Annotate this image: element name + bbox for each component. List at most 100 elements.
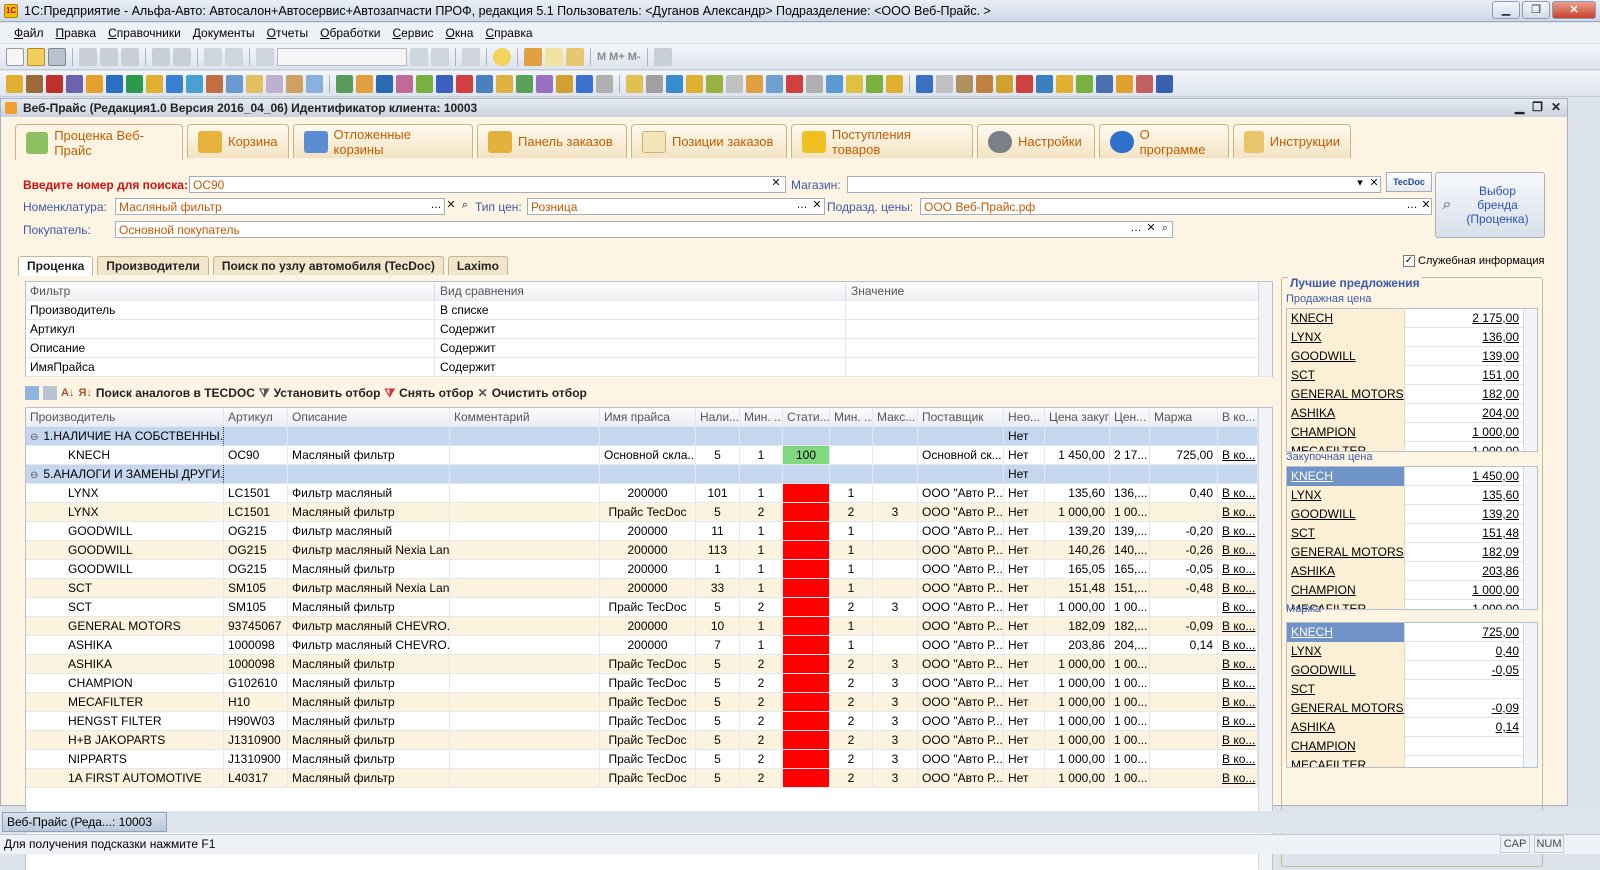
- module-shortcut-icon[interactable]: [226, 74, 243, 93]
- best-offer-brand[interactable]: ASHIKA: [1287, 404, 1405, 423]
- module-shortcut-icon[interactable]: [396, 74, 413, 93]
- grid-cell-m[interactable]: [1150, 693, 1218, 712]
- grid-cell-price[interactable]: 200000: [600, 617, 696, 636]
- add-to-cart-link[interactable]: В ко...: [1222, 733, 1255, 747]
- grid-cell-m[interactable]: [1150, 731, 1218, 750]
- nom-select-button[interactable]: …: [429, 199, 443, 214]
- table-row[interactable]: HENGST FILTER H90W03 Масляный фильтр Прайс …: [26, 712, 1258, 731]
- module-shortcut-icon[interactable]: [1016, 74, 1033, 93]
- menu-catalogs[interactable]: Справочники: [102, 26, 187, 40]
- filter-cell[interactable]: Описание: [26, 339, 435, 358]
- module-shortcut-icon[interactable]: [126, 74, 143, 93]
- grid-cell-neo[interactable]: Нет: [1004, 560, 1045, 579]
- grid-cell-d[interactable]: Масляный фильтр: [288, 598, 450, 617]
- grid-cell-stat[interactable]: [783, 655, 830, 674]
- best-offer-brand[interactable]: ASHIKA: [1287, 718, 1405, 737]
- grid-cell-c[interactable]: [450, 655, 600, 674]
- service-info-checkbox[interactable]: ✓: [1403, 255, 1415, 267]
- module-shortcut-icon[interactable]: [146, 74, 163, 93]
- tab-about[interactable]: О программе: [1099, 124, 1229, 158]
- grid-cell-max[interactable]: [873, 560, 918, 579]
- grid-cell-min[interactable]: 2: [740, 693, 783, 712]
- grid-cell-p[interactable]: GENERAL MOTORS: [26, 617, 224, 636]
- grid-cell-d[interactable]: Масляный фильтр: [288, 446, 450, 465]
- grid-column-header[interactable]: Нео...: [1004, 408, 1045, 427]
- grid-cell-min2[interactable]: 2: [830, 655, 873, 674]
- grid-cell-price[interactable]: Прайс TecDoc: [600, 693, 696, 712]
- grid-cell-zak[interactable]: 1 000,00: [1045, 598, 1110, 617]
- best-offer-value[interactable]: 0,14: [1405, 718, 1523, 737]
- tab-instructions[interactable]: Инструкции: [1233, 124, 1351, 158]
- grid-cell-a[interactable]: OG215: [224, 541, 288, 560]
- table-row[interactable]: LYNX LC1501 Масляный фильтр Прайс TecDoc 5 2 2…: [26, 503, 1258, 522]
- grid-cell-c[interactable]: [450, 503, 600, 522]
- sale-scrollbar[interactable]: [1523, 309, 1537, 451]
- tecdoc-analogs-button[interactable]: Поиск аналогов в TECDOC: [96, 386, 255, 400]
- grid-cell-c[interactable]: [450, 636, 600, 655]
- grid-cell-n[interactable]: 33: [696, 579, 740, 598]
- module-shortcut-icon[interactable]: [766, 74, 783, 93]
- price-type-input[interactable]: Розница: [527, 198, 825, 215]
- grid-cell-sup[interactable]: ООО "Авто Р...: [918, 655, 1004, 674]
- tab-order-items[interactable]: Позиции заказов: [631, 124, 787, 158]
- grid-cell-c[interactable]: [450, 731, 600, 750]
- module-shortcut-icon[interactable]: [1036, 74, 1053, 93]
- open-folder-icon[interactable]: [27, 47, 45, 66]
- find-combo[interactable]: [277, 47, 407, 66]
- group-cell[interactable]: [600, 427, 696, 446]
- buyer-search-icon[interactable]: ⌕: [1158, 222, 1172, 237]
- module-shortcut-icon[interactable]: [516, 74, 533, 93]
- group-cell[interactable]: Нет: [1004, 427, 1045, 446]
- grid-cell-min[interactable]: 2: [740, 503, 783, 522]
- grid-cell-stat[interactable]: [783, 503, 830, 522]
- grid-cell-zak[interactable]: 1 000,00: [1045, 503, 1110, 522]
- menu-windows[interactable]: Окна: [440, 26, 480, 40]
- grid-cell-min[interactable]: 1: [740, 560, 783, 579]
- group-cell[interactable]: [224, 427, 288, 446]
- division-select-button[interactable]: …: [1405, 199, 1419, 214]
- grid-cell-c[interactable]: [450, 484, 600, 503]
- doc-close-button[interactable]: ✕: [1551, 100, 1561, 114]
- table-row[interactable]: GOODWILL OG215 Фильтр масляный Nexia Lan..…: [26, 541, 1258, 560]
- grid-cell-min2[interactable]: 2: [830, 712, 873, 731]
- grid-cell-max[interactable]: [873, 617, 918, 636]
- grid-cell-c[interactable]: [450, 674, 600, 693]
- grid-cell-price[interactable]: Основной скла...: [600, 446, 696, 465]
- grid-cell-n[interactable]: 10: [696, 617, 740, 636]
- grid-cell-stat[interactable]: [783, 579, 830, 598]
- grid-cell-d[interactable]: Масляный фильтр: [288, 655, 450, 674]
- paste-icon[interactable]: [121, 47, 139, 66]
- grid-cell-zak[interactable]: 139,20: [1045, 522, 1110, 541]
- grid-column-header[interactable]: Цен...: [1110, 408, 1150, 427]
- add-to-cart-link[interactable]: В ко...: [1222, 543, 1255, 557]
- grid-cell-max[interactable]: [873, 522, 918, 541]
- grid-cell-a[interactable]: 1000098: [224, 636, 288, 655]
- price-type-select-button[interactable]: …: [795, 199, 809, 214]
- grid-cell-sup[interactable]: ООО "Авто Р...: [918, 541, 1004, 560]
- grid-cell-p[interactable]: GOODWILL: [26, 541, 224, 560]
- info-icon[interactable]: [493, 47, 511, 66]
- grid-cell-m[interactable]: 0,14: [1150, 636, 1218, 655]
- add-to-cart-link[interactable]: В ко...: [1222, 657, 1255, 671]
- grid-cell-c[interactable]: [450, 541, 600, 560]
- best-offer-value[interactable]: 1 450,00: [1405, 467, 1523, 486]
- grid-cell-n[interactable]: 5: [696, 655, 740, 674]
- grid-cell-p[interactable]: HENGST FILTER: [26, 712, 224, 731]
- module-shortcut-icon[interactable]: [596, 74, 613, 93]
- group-cell[interactable]: [1150, 427, 1218, 446]
- remove-filter-button[interactable]: Снять отбор: [399, 386, 473, 400]
- best-offer-row[interactable]: ASHIKA 204,00: [1287, 404, 1523, 423]
- clear-filter-icon[interactable]: ✕: [478, 386, 488, 400]
- table-row[interactable]: ASHIKA 1000098 Фильтр масляный CHEVRO... 20…: [26, 636, 1258, 655]
- best-offer-row[interactable]: MECAFILTER: [1287, 756, 1523, 767]
- table-row[interactable]: GENERAL MOTORS 93745067 Фильтр масляный CH…: [26, 617, 1258, 636]
- grid-cell-price[interactable]: 200000: [600, 522, 696, 541]
- division-clear-icon[interactable]: ✕: [1419, 199, 1433, 214]
- best-offer-value[interactable]: 204,00: [1405, 404, 1523, 423]
- grid-cell-sup[interactable]: ООО "Авто Р...: [918, 503, 1004, 522]
- table-row[interactable]: GOODWILL OG215 Масляный фильтр 200000 1 1 1 ООО…: [26, 560, 1258, 579]
- module-shortcut-icon[interactable]: [786, 74, 803, 93]
- group-cell[interactable]: [450, 465, 600, 484]
- menu-file[interactable]: Файл: [8, 26, 50, 40]
- remove-filter-icon[interactable]: ⧩: [384, 386, 395, 401]
